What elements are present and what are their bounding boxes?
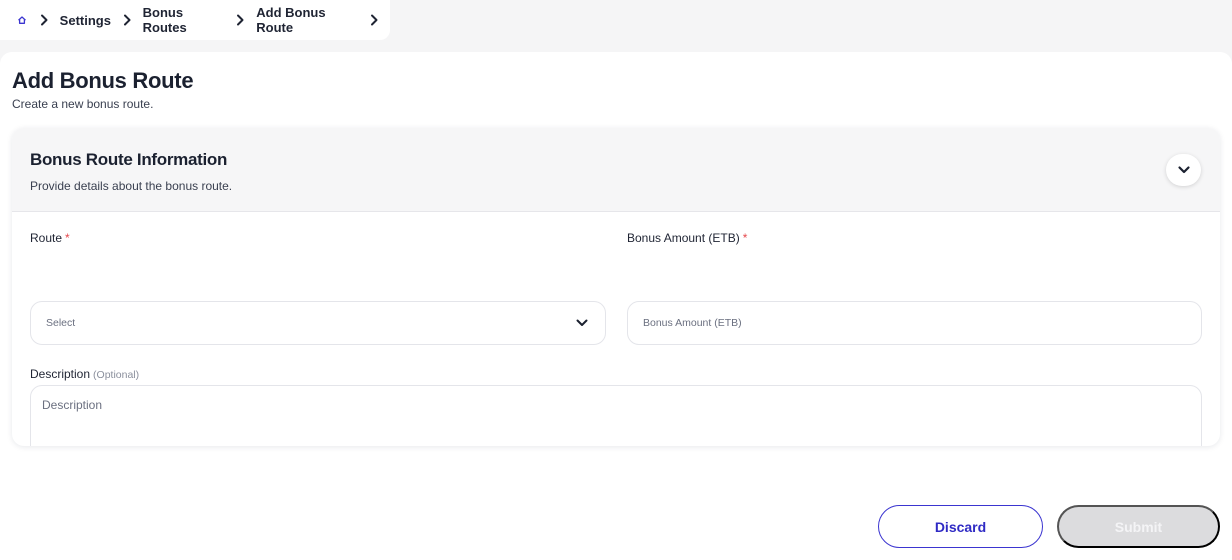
page-content: Add Bonus Route Create a new bonus route…	[0, 52, 1232, 560]
bonus-amount-field[interactable]	[627, 301, 1202, 345]
home-icon[interactable]	[15, 13, 28, 27]
chevron-down-icon	[576, 319, 588, 326]
bonus-amount-label: Bonus Amount (ETB) *	[627, 231, 747, 245]
bonus-amount-input[interactable]	[643, 317, 1201, 329]
chevron-down-icon	[1177, 166, 1190, 174]
route-select-value: Select	[46, 317, 76, 329]
optional-note: (Optional)	[93, 369, 140, 381]
description-field[interactable]	[30, 385, 1202, 446]
chevron-right-icon	[225, 0, 257, 40]
breadcrumb: Settings Bonus Routes Add Bonus Route	[0, 0, 390, 40]
breadcrumb-settings[interactable]: Settings	[60, 13, 111, 28]
required-mark: *	[742, 231, 748, 245]
card-subtitle: Provide details about the bonus route.	[30, 179, 233, 193]
card-title: Bonus Route Information	[30, 150, 228, 169]
chevron-right-icon	[358, 0, 390, 40]
collapse-button[interactable]	[1166, 154, 1201, 186]
bonus-route-information-card: Bonus Route Information Provide details …	[12, 128, 1220, 446]
required-mark: *	[65, 231, 70, 245]
discard-button[interactable]: Discard	[878, 505, 1043, 548]
chevron-right-icon	[111, 0, 143, 40]
description-label: Description (Optional)	[30, 367, 139, 381]
description-label-text: Description	[30, 367, 91, 381]
page-subtitle: Create a new bonus route.	[12, 97, 154, 111]
chevron-right-icon	[28, 0, 60, 40]
route-label: Route *	[30, 231, 70, 245]
description-textarea[interactable]	[31, 386, 1201, 446]
breadcrumb-bonus-routes[interactable]: Bonus Routes	[143, 5, 225, 35]
route-select[interactable]: Select	[30, 301, 606, 345]
card-header: Bonus Route Information Provide details …	[12, 128, 1220, 212]
breadcrumb-add-bonus-route: Add Bonus Route	[256, 5, 326, 35]
route-label-text: Route	[30, 231, 63, 245]
bonus-amount-label-text: Bonus Amount (ETB)	[627, 231, 740, 245]
page-title: Add Bonus Route	[12, 68, 194, 93]
submit-button[interactable]: Submit	[1057, 505, 1220, 548]
